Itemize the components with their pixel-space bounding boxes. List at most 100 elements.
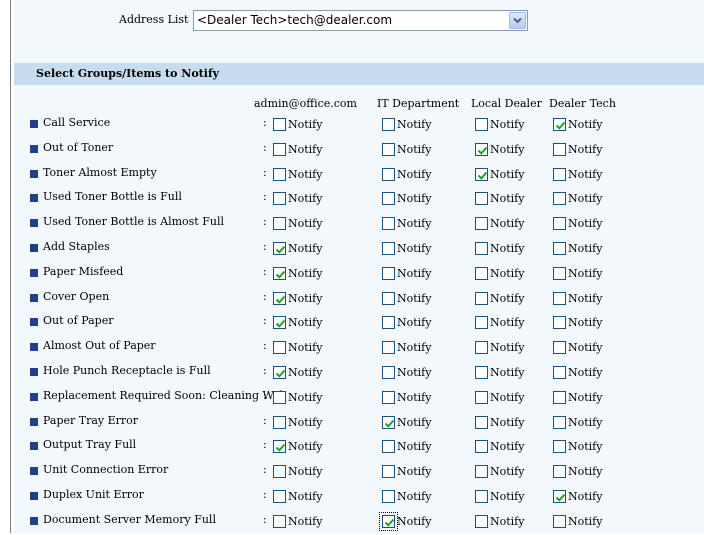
notify-checkbox[interactable] [553,216,566,230]
notify-option-local-dealer[interactable]: Notify [475,238,524,258]
notify-option-it-department[interactable]: Notify [382,461,431,481]
notify-checkbox[interactable] [553,514,566,528]
notify-checkbox[interactable] [273,216,286,230]
notify-checkbox[interactable] [475,514,488,528]
notify-option-admin[interactable]: Notify [273,213,322,233]
notify-checkbox-checked[interactable] [382,415,395,429]
notify-option-it-department[interactable]: Notify [382,139,431,159]
notify-option-admin[interactable]: Notify [273,412,322,432]
notify-checkbox[interactable] [382,489,395,503]
notify-checkbox[interactable] [475,489,488,503]
notify-checkbox[interactable] [553,464,566,478]
notify-option-admin[interactable]: Notify [273,337,322,357]
notify-option-dealer-tech[interactable]: Notify [553,139,602,159]
notify-option-local-dealer[interactable]: Notify [475,263,524,283]
notify-checkbox-checked[interactable] [273,365,286,379]
notify-checkbox-checked[interactable] [273,315,286,329]
notify-checkbox[interactable] [475,266,488,280]
notify-checkbox[interactable] [382,291,395,305]
notify-checkbox-checked[interactable] [379,511,398,531]
notify-checkbox[interactable] [273,390,286,404]
notify-checkbox[interactable] [382,390,395,404]
notify-checkbox[interactable] [553,315,566,329]
notify-option-admin[interactable]: Notify [273,238,322,258]
notify-option-admin[interactable]: Notify [273,312,322,332]
notify-option-it-department[interactable]: Notify [382,436,431,456]
notify-option-local-dealer[interactable]: Notify [475,387,524,407]
notify-option-dealer-tech[interactable]: Notify [553,436,602,456]
notify-option-local-dealer[interactable]: Notify [475,213,524,233]
notify-option-dealer-tech[interactable]: Notify [553,312,602,332]
notify-option-admin[interactable]: Notify [273,263,322,283]
notify-checkbox[interactable] [553,415,566,429]
notify-option-it-department[interactable]: Notify [382,213,431,233]
notify-checkbox[interactable] [382,266,395,280]
notify-checkbox[interactable] [475,340,488,354]
notify-option-dealer-tech[interactable]: Notify [553,288,602,308]
notify-option-local-dealer[interactable]: Notify [475,114,524,134]
notify-checkbox[interactable] [553,142,566,156]
notify-checkbox[interactable] [273,340,286,354]
notify-option-admin[interactable]: Notify [273,362,322,382]
notify-checkbox[interactable] [475,464,488,478]
notify-checkbox-checked[interactable] [273,266,286,280]
notify-option-dealer-tech[interactable]: Notify [553,213,602,233]
notify-option-local-dealer[interactable]: Notify [475,337,524,357]
notify-option-local-dealer[interactable]: Notify [475,362,524,382]
notify-option-admin[interactable]: Notify [273,461,322,481]
notify-checkbox[interactable] [553,191,566,205]
notify-option-admin[interactable]: Notify [273,486,322,506]
notify-checkbox[interactable] [475,365,488,379]
notify-checkbox[interactable] [475,415,488,429]
notify-option-dealer-tech[interactable]: Notify [553,461,602,481]
notify-checkbox[interactable] [382,365,395,379]
notify-checkbox[interactable] [273,464,286,478]
notify-option-admin[interactable]: Notify [273,114,322,134]
notify-option-it-department[interactable]: Notify [382,362,431,382]
notify-option-it-department[interactable]: Notify [382,238,431,258]
notify-checkbox[interactable] [273,489,286,503]
notify-checkbox[interactable] [475,291,488,305]
notify-option-local-dealer[interactable]: Notify [475,288,524,308]
notify-option-dealer-tech[interactable]: Notify [553,188,602,208]
notify-checkbox[interactable] [475,439,488,453]
notify-option-dealer-tech[interactable]: Notify [553,238,602,258]
notify-checkbox[interactable] [553,266,566,280]
notify-option-local-dealer[interactable]: Notify [475,461,524,481]
notify-checkbox[interactable] [475,241,488,255]
notify-option-local-dealer[interactable]: Notify [475,436,524,456]
notify-checkbox[interactable] [553,365,566,379]
notify-checkbox[interactable] [553,241,566,255]
notify-checkbox[interactable] [475,315,488,329]
notify-checkbox[interactable] [475,216,488,230]
notify-option-it-department[interactable]: Notify [382,486,431,506]
notify-option-local-dealer[interactable]: Notify [475,188,524,208]
notify-option-admin[interactable]: Notify [273,164,322,184]
notify-checkbox[interactable] [382,216,395,230]
notify-checkbox[interactable] [382,439,395,453]
notify-checkbox[interactable] [382,464,395,478]
chevron-down-icon[interactable] [509,12,526,29]
notify-option-it-department[interactable]: Notify [382,164,431,184]
notify-option-local-dealer[interactable]: Notify [475,412,524,432]
notify-option-dealer-tech[interactable]: Notify [553,164,602,184]
notify-checkbox[interactable] [273,191,286,205]
notify-checkbox[interactable] [382,142,395,156]
notify-option-it-department[interactable]: Notify [382,114,431,134]
notify-checkbox[interactable] [273,514,286,528]
notify-option-dealer-tech[interactable]: Notify [553,387,602,407]
notify-checkbox-checked[interactable] [475,142,488,156]
notify-option-admin[interactable]: Notify [273,188,322,208]
notify-option-admin[interactable]: Notify [273,139,322,159]
notify-checkbox[interactable] [553,439,566,453]
notify-checkbox[interactable] [382,191,395,205]
notify-checkbox[interactable] [382,241,395,255]
notify-checkbox[interactable] [273,167,286,181]
notify-option-it-department[interactable]: Notify [382,387,431,407]
notify-checkbox-checked[interactable] [553,489,566,503]
notify-option-local-dealer[interactable]: Notify [475,511,524,531]
notify-option-it-department[interactable]: Notify [382,188,431,208]
notify-checkbox-checked[interactable] [273,241,286,255]
notify-option-dealer-tech[interactable]: Notify [553,511,602,531]
notify-checkbox[interactable] [273,117,286,131]
